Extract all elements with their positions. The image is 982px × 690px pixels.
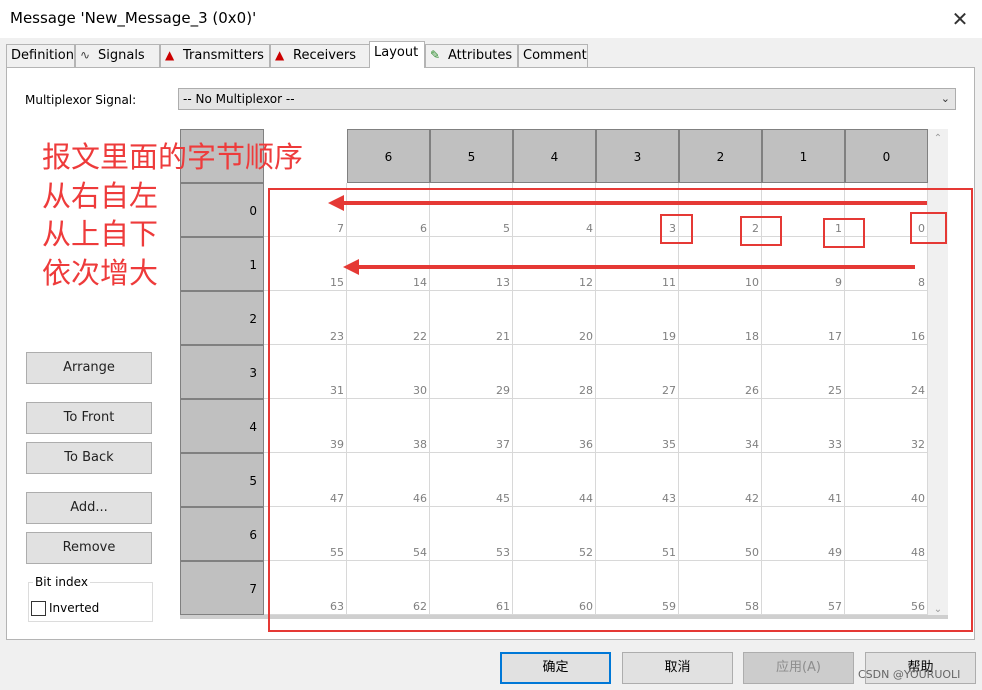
title-bar: Message 'New_Message_3 (0x0)' ✕	[0, 0, 982, 38]
column-header: 2	[679, 129, 762, 183]
column-header: 3	[596, 129, 679, 183]
close-icon[interactable]: ✕	[946, 6, 974, 32]
signal-wave-icon: ∿	[80, 48, 91, 62]
annotation-line: 从右自左	[42, 178, 159, 213]
transmitter-icon: ▲	[165, 48, 175, 62]
bit-index-group: Bit index Inverted	[28, 575, 153, 622]
row-header: 7	[180, 561, 264, 615]
receiver-icon: ▲	[275, 48, 285, 62]
tab-layout[interactable]: Layout	[369, 41, 425, 68]
row-header: 6	[180, 507, 264, 561]
column-header: 0	[845, 129, 928, 183]
arrange-button[interactable]: Arrange	[26, 352, 152, 384]
remove-button[interactable]: Remove	[26, 532, 152, 564]
tab-signals[interactable]: ∿ Signals	[75, 44, 160, 67]
chevron-down-icon: ⌄	[940, 92, 950, 105]
annotation-bit-box	[740, 216, 782, 246]
watermark: CSDN @YOURUOLI	[858, 668, 961, 681]
column-header: 5	[430, 129, 513, 183]
tab-transmitters[interactable]: ▲ Transmitters	[160, 44, 270, 67]
annotation-text: 报文里面的字节顺序 从右自左 从上自下 依次增大	[42, 138, 303, 292]
bit-index-legend: Bit index	[33, 575, 90, 589]
cancel-button[interactable]: 取消	[622, 652, 733, 684]
annotation-bit-box	[910, 212, 947, 244]
add-button[interactable]: Add...	[26, 492, 152, 524]
multiplexor-label: Multiplexor Signal:	[25, 93, 137, 107]
annotation-line: 从上自下	[42, 217, 159, 251]
apply-button[interactable]: 应用(A)	[743, 652, 854, 684]
pencil-icon: ✎	[430, 48, 441, 62]
tab-attributes[interactable]: ✎ Attributes	[425, 44, 518, 67]
window-title: Message 'New_Message_3 (0x0)'	[10, 9, 257, 27]
multiplexor-value: -- No Multiplexor --	[183, 92, 295, 106]
annotation-bit-box	[823, 218, 865, 248]
to-back-button[interactable]: To Back	[26, 442, 152, 474]
to-front-button[interactable]: To Front	[26, 402, 152, 434]
scroll-up-icon[interactable]: ⌃	[928, 133, 948, 144]
tab-definition[interactable]: Definition	[6, 44, 75, 67]
row-header: 5	[180, 453, 264, 507]
tab-receivers[interactable]: ▲ Receivers	[270, 44, 371, 67]
annotation-region-box	[268, 188, 973, 632]
tab-comment[interactable]: Comment	[518, 44, 588, 67]
annotation-arrow-left	[343, 259, 915, 275]
annotation-line: 依次增大	[42, 255, 159, 290]
inverted-checkbox[interactable]	[31, 601, 46, 616]
multiplexor-select[interactable]: -- No Multiplexor -- ⌄	[178, 88, 956, 110]
row-header: 4	[180, 399, 264, 453]
row-header: 3	[180, 345, 264, 399]
column-header: 4	[513, 129, 596, 183]
annotation-bit-box	[660, 214, 693, 244]
row-header: 2	[180, 291, 264, 345]
inverted-label: Inverted	[49, 601, 100, 615]
ok-button[interactable]: 确定	[500, 652, 611, 684]
annotation-arrow-left	[328, 195, 927, 211]
column-header: 1	[762, 129, 845, 183]
annotation-line: 报文里面的字节顺序	[42, 140, 304, 174]
column-header: 6	[347, 129, 430, 183]
